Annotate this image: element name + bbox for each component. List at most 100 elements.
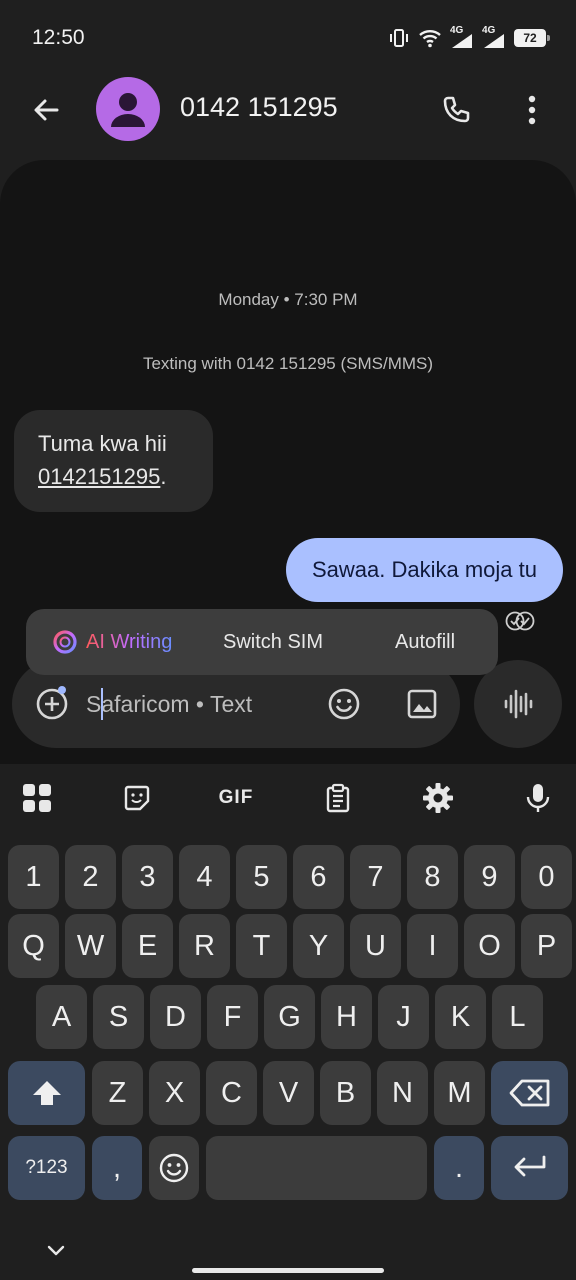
emoji-key-icon [159, 1153, 189, 1183]
key-s[interactable]: S [93, 985, 144, 1049]
key-m[interactable]: M [434, 1061, 485, 1125]
symbols-key[interactable]: ?123 [8, 1136, 85, 1200]
microphone-icon [526, 784, 550, 812]
key-t[interactable]: T [236, 914, 287, 978]
vibrate-icon [388, 27, 410, 49]
phone-icon [443, 96, 470, 123]
key-b[interactable]: B [320, 1061, 371, 1125]
key-g[interactable]: G [264, 985, 315, 1049]
image-icon [407, 689, 437, 719]
key-o[interactable]: O [464, 914, 515, 978]
ai-writing-icon [53, 630, 77, 654]
shift-icon [32, 1081, 61, 1105]
space-key[interactable] [206, 1136, 427, 1200]
gif-button[interactable]: GIF [216, 778, 256, 818]
key-8[interactable]: 8 [407, 845, 458, 909]
back-button[interactable] [26, 90, 66, 130]
backspace-key[interactable] [491, 1061, 568, 1125]
key-e[interactable]: E [122, 914, 173, 978]
key-c[interactable]: C [206, 1061, 257, 1125]
avatar[interactable] [96, 77, 160, 141]
call-button[interactable] [436, 90, 476, 130]
switch-sim-chip[interactable]: Switch SIM [223, 609, 323, 675]
ai-writing-chip[interactable]: AI Writing [52, 609, 172, 675]
home-indicator[interactable] [192, 1268, 384, 1273]
outgoing-message[interactable]: Sawaa. Dakika moja tu [286, 538, 563, 602]
sticker-icon [124, 785, 150, 811]
key-3[interactable]: 3 [122, 845, 173, 909]
key-6[interactable]: 6 [293, 845, 344, 909]
apps-grid-button[interactable] [17, 778, 57, 818]
notification-dot [58, 686, 66, 694]
key-q[interactable]: Q [8, 914, 59, 978]
key-y[interactable]: Y [293, 914, 344, 978]
wifi-icon [418, 28, 442, 48]
shift-key[interactable] [8, 1061, 85, 1125]
text-caret [101, 688, 103, 720]
keyboard-toolbar: GIF [0, 764, 576, 830]
key-h[interactable]: H [321, 985, 372, 1049]
incoming-message-suffix: . [160, 464, 167, 489]
key-j[interactable]: J [378, 985, 429, 1049]
key-n[interactable]: N [377, 1061, 428, 1125]
compose-suggestion-bar: AI Writing Switch SIM Autofill [26, 609, 498, 675]
emoji-key[interactable] [149, 1136, 199, 1200]
clipboard-icon [326, 783, 350, 813]
keyboard-settings-button[interactable] [418, 778, 458, 818]
delivered-check-icon [504, 610, 536, 637]
enter-key[interactable] [491, 1136, 568, 1200]
key-9[interactable]: 9 [464, 845, 515, 909]
incoming-message-text: Tuma kwa hii [38, 431, 167, 456]
key-r[interactable]: R [179, 914, 230, 978]
incoming-message[interactable]: Tuma kwa hii 0142151295. [14, 410, 213, 512]
enter-icon [514, 1155, 545, 1177]
key-0[interactable]: 0 [521, 845, 572, 909]
comma-key[interactable]: , [92, 1136, 142, 1200]
status-icons: 4G 4G 72 [388, 24, 550, 52]
message-input[interactable] [86, 687, 306, 721]
date-separator: Monday • 7:30 PM [218, 290, 358, 309]
key-x[interactable]: X [149, 1061, 200, 1125]
key-l[interactable]: L [492, 985, 543, 1049]
conversation-header: 0142 151295 [0, 76, 576, 160]
sticker-button[interactable] [117, 778, 157, 818]
period-key[interactable]: . [434, 1136, 484, 1200]
key-w[interactable]: W [65, 914, 116, 978]
key-4[interactable]: 4 [179, 845, 230, 909]
keyboard-collapse-icon [47, 1245, 65, 1256]
key-5[interactable]: 5 [236, 845, 287, 909]
key-u[interactable]: U [350, 914, 401, 978]
gif-icon: GIF [218, 787, 254, 808]
key-d[interactable]: D [150, 985, 201, 1049]
keyboard-collapse-button[interactable] [40, 1234, 72, 1266]
settings-gear-icon [423, 783, 453, 813]
more-options-button[interactable] [512, 90, 552, 130]
key-7[interactable]: 7 [350, 845, 401, 909]
apps-grid-icon [23, 784, 51, 812]
key-v[interactable]: V [263, 1061, 314, 1125]
battery-level: 72 [523, 31, 537, 45]
attach-image-button[interactable] [404, 686, 440, 722]
key-z[interactable]: Z [92, 1061, 143, 1125]
battery-icon: 72 [514, 29, 550, 47]
contact-title[interactable]: 0142 151295 [180, 92, 338, 123]
key-a[interactable]: A [36, 985, 87, 1049]
key-1[interactable]: 1 [8, 845, 59, 909]
status-bar: 12:50 4G 4G 72 [0, 0, 576, 76]
autofill-chip[interactable]: Autofill [395, 609, 455, 675]
signal-4g-icon: 4G [450, 26, 474, 50]
voice-input-button[interactable] [518, 778, 558, 818]
person-avatar-icon [111, 93, 145, 127]
voice-waveform-icon [504, 689, 533, 719]
key-2[interactable]: 2 [65, 845, 116, 909]
key-i[interactable]: I [407, 914, 458, 978]
back-arrow-icon [34, 99, 59, 121]
phone-number-link[interactable]: 0142151295 [38, 464, 160, 489]
add-attachment-button[interactable] [32, 684, 72, 724]
emoji-button[interactable] [326, 686, 362, 722]
clipboard-button[interactable] [318, 778, 358, 818]
key-f[interactable]: F [207, 985, 258, 1049]
key-k[interactable]: K [435, 985, 486, 1049]
key-p[interactable]: P [521, 914, 572, 978]
backspace-icon [509, 1079, 549, 1107]
